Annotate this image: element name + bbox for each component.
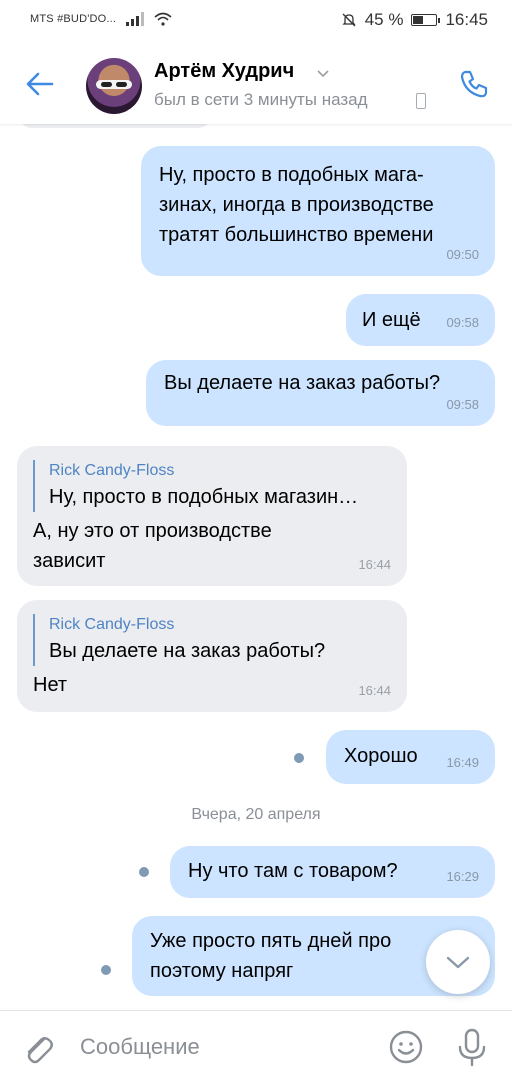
back-button[interactable]	[22, 66, 58, 102]
message-text: Нет	[33, 674, 68, 696]
smile-icon	[389, 1030, 423, 1064]
paperclip-icon	[27, 1037, 53, 1064]
message-text: Ну что там с товаром?	[188, 860, 398, 882]
reply-text: Ну, просто в подобных магазин…	[49, 486, 359, 508]
message-text: зинах, иногда в производстве	[159, 194, 434, 216]
message-text: Уже просто пять дней про	[150, 930, 392, 952]
chat-header: Артём Худрич был в сети 3 минуты назад	[0, 44, 512, 124]
microphone-icon	[458, 1028, 486, 1067]
status-bar: MTS #BUD'DO... 45 % 16:45	[0, 0, 512, 44]
message-time: 16:49	[446, 755, 479, 770]
reply-text: Вы делаете на заказ работы?	[49, 640, 326, 662]
clock: 16:45	[445, 10, 488, 29]
unread-indicator	[294, 753, 304, 763]
wifi-icon	[154, 12, 172, 26]
emoji-button[interactable]	[388, 1029, 424, 1065]
chevron-down-icon	[446, 956, 470, 969]
composer-bar	[0, 1010, 512, 1080]
signal-icon	[126, 12, 145, 26]
mute-bell-icon	[342, 13, 356, 27]
message-bubble-clipped	[18, 124, 212, 128]
message-text: Хорошо	[344, 745, 418, 767]
message-time: 16:44	[358, 683, 391, 698]
avatar[interactable]	[86, 58, 142, 114]
battery-icon	[411, 14, 441, 26]
last-seen-status: был в сети 3 минуты назад	[154, 90, 368, 109]
message-time: 09:58	[446, 397, 479, 412]
message-bubble-outgoing[interactable]: Ну, просто в подобных мага- зинах, иногд…	[141, 146, 495, 276]
call-button[interactable]	[456, 66, 492, 102]
message-time: 09:58	[446, 315, 479, 330]
reply-author: Rick Candy-Floss	[49, 462, 175, 479]
message-text: поэтому напряг	[150, 960, 294, 982]
message-bubble-outgoing[interactable]: Хорошо 16:49	[326, 730, 495, 784]
contact-name[interactable]: Артём Худрич	[154, 60, 294, 83]
message-time: 16:44	[358, 557, 391, 572]
date-separator: Вчера, 20 апреля	[191, 806, 321, 823]
arrow-left-icon	[26, 72, 54, 96]
chevron-down-icon[interactable]	[316, 66, 330, 80]
battery-percent: 45 %	[364, 10, 404, 29]
voice-message-button[interactable]	[454, 1027, 490, 1067]
message-bubble-incoming[interactable]: Rick Candy-Floss Ну, просто в подобных м…	[17, 446, 407, 586]
carrier-label: MTS #BUD'DO...	[30, 13, 117, 25]
scroll-down-button[interactable]	[426, 930, 490, 994]
message-list[interactable]: Ну, просто в подобных мага- зинах, иногд…	[0, 124, 512, 1010]
message-time: 16:29	[446, 869, 479, 884]
phone-icon	[460, 70, 488, 98]
message-text: Вы делаете на заказ работы?	[164, 372, 441, 394]
message-text: И ещё	[362, 309, 421, 331]
message-time: 09:50	[446, 247, 479, 262]
unread-indicator	[101, 965, 111, 975]
message-bubble-outgoing[interactable]: Ну что там с товаром? 16:29	[170, 846, 495, 898]
message-text: зависит	[33, 550, 106, 572]
message-text: А, ну это от производстве	[33, 520, 272, 542]
attach-button[interactable]	[20, 1029, 56, 1065]
message-text: Ну, просто в подобных мага-	[159, 164, 424, 186]
message-input[interactable]	[80, 1029, 370, 1065]
message-bubble-outgoing[interactable]: Вы делаете на заказ работы? 09:58	[146, 360, 495, 426]
message-text: тратят большинство времени	[159, 224, 434, 246]
unread-indicator	[139, 867, 149, 877]
message-bubble-outgoing[interactable]: И ещё 09:58	[346, 294, 495, 346]
reply-quote[interactable]: Rick Candy-Floss Вы делаете на заказ раб…	[33, 614, 387, 666]
message-bubble-incoming[interactable]: Rick Candy-Floss Вы делаете на заказ раб…	[17, 600, 407, 712]
reply-quote[interactable]: Rick Candy-Floss Ну, просто в подобных м…	[33, 460, 387, 512]
reply-author: Rick Candy-Floss	[49, 616, 175, 633]
mobile-icon	[416, 93, 426, 109]
